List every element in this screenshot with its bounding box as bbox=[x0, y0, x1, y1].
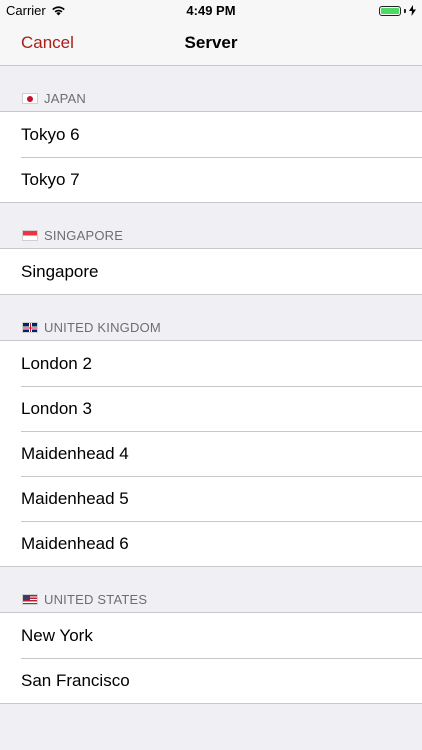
section-group-united-states: New York San Francisco bbox=[0, 613, 422, 704]
charging-icon bbox=[409, 5, 416, 16]
uk-flag-icon bbox=[22, 322, 38, 333]
section-header-singapore: SINGAPORE bbox=[0, 203, 422, 249]
server-row[interactable]: Maidenhead 6 bbox=[0, 521, 422, 566]
server-row[interactable]: Tokyo 7 bbox=[0, 157, 422, 202]
section-header-japan: JAPAN bbox=[0, 66, 422, 112]
us-flag-icon bbox=[22, 594, 38, 605]
server-row[interactable]: London 3 bbox=[0, 386, 422, 431]
server-row[interactable]: San Francisco bbox=[0, 658, 422, 703]
japan-flag-icon bbox=[22, 93, 38, 104]
singapore-flag-icon bbox=[22, 230, 38, 241]
server-row[interactable]: Singapore bbox=[0, 249, 422, 294]
server-row[interactable]: Maidenhead 5 bbox=[0, 476, 422, 521]
section-header-label: UNITED STATES bbox=[44, 592, 148, 607]
server-row[interactable]: London 2 bbox=[0, 341, 422, 386]
section-header-united-states: UNITED STATES bbox=[0, 567, 422, 613]
clock: 4:49 PM bbox=[186, 3, 236, 18]
server-row[interactable]: Tokyo 6 bbox=[0, 112, 422, 157]
section-header-label: JAPAN bbox=[44, 91, 86, 106]
page-title: Server bbox=[184, 33, 238, 52]
server-row[interactable]: Maidenhead 4 bbox=[0, 431, 422, 476]
section-header-label: SINGAPORE bbox=[44, 228, 124, 243]
section-header-united-kingdom: UNITED KINGDOM bbox=[0, 295, 422, 341]
section-group-japan: Tokyo 6 Tokyo 7 bbox=[0, 112, 422, 203]
server-list: JAPAN Tokyo 6 Tokyo 7 SINGAPORE Singapor… bbox=[0, 66, 422, 704]
battery-indicator bbox=[379, 5, 416, 16]
status-bar: Carrier 4:49 PM bbox=[0, 0, 422, 22]
section-header-label: UNITED KINGDOM bbox=[44, 320, 161, 335]
battery-icon bbox=[379, 5, 401, 16]
section-group-singapore: Singapore bbox=[0, 249, 422, 295]
server-row[interactable]: New York bbox=[0, 613, 422, 658]
section-group-united-kingdom: London 2 London 3 Maidenhead 4 Maidenhea… bbox=[0, 341, 422, 567]
navigation-bar: Cancel Server bbox=[0, 22, 422, 66]
